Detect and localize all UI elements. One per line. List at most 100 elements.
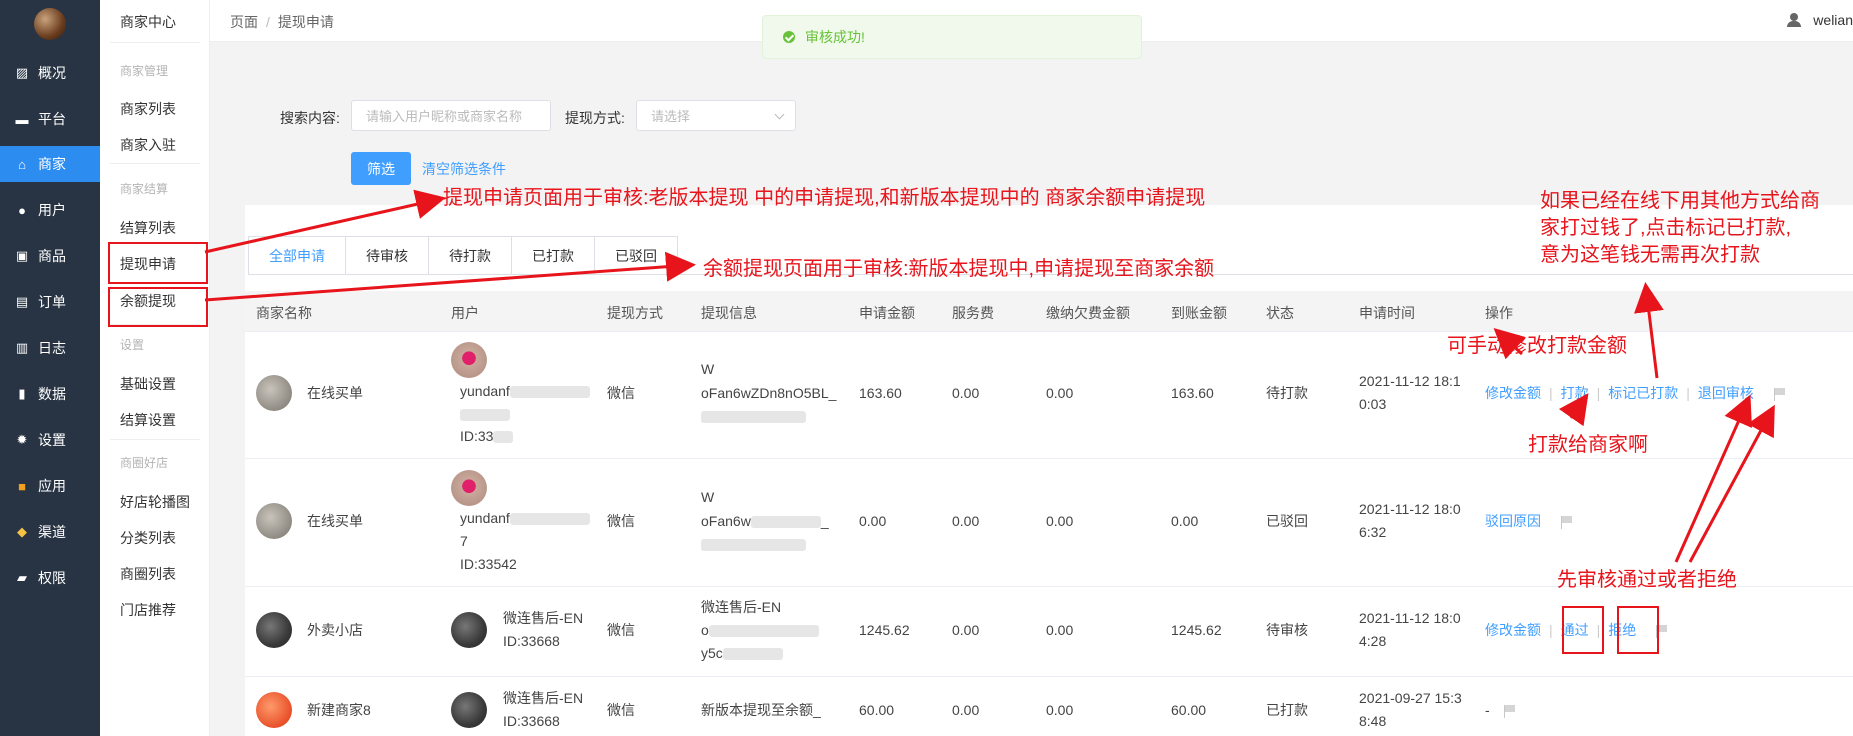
sidebar-item-label: 设置 xyxy=(38,432,66,448)
subnav-basic-settings[interactable]: 基础设置 xyxy=(120,374,176,394)
subnav-group: 商家管理 xyxy=(120,64,169,78)
column-header: 缴纳欠费金额 xyxy=(1046,305,1130,321)
column-header: 操作 xyxy=(1485,305,1513,321)
sidebar-item-log[interactable]: ▥ 日志 xyxy=(0,330,100,366)
withdraw-info-line: 新版本提现至余额_ xyxy=(701,702,821,718)
sidebar-item-settings[interactable]: ✹ 设置 xyxy=(0,422,100,458)
sidebar-item-platform[interactable]: ▬ 平台 xyxy=(0,101,100,137)
toast-text: 审核成功! xyxy=(805,29,865,45)
column-header: 服务费 xyxy=(952,305,994,321)
tab-pending-payment[interactable]: 待打款 xyxy=(429,236,512,275)
mark-paid-link[interactable]: 标记已打款 xyxy=(1608,385,1678,401)
tab-paid[interactable]: 已打款 xyxy=(512,236,595,275)
column-header: 提现信息 xyxy=(701,305,757,321)
breadcrumb-root[interactable]: 页面 xyxy=(230,14,258,30)
return-review-link[interactable]: 退回审核 xyxy=(1698,385,1754,401)
sidebar-item-order[interactable]: ▤ 订单 xyxy=(0,284,100,320)
received-amount: 60.00 xyxy=(1171,702,1207,718)
subnav-category[interactable]: 分类列表 xyxy=(120,528,176,548)
success-toast: 审核成功! xyxy=(762,15,1142,59)
row-divider xyxy=(245,331,1853,332)
subnav-merchant-join[interactable]: 商家入驻 xyxy=(120,135,176,155)
reject-reason-link[interactable]: 驳回原因 xyxy=(1485,513,1541,529)
subnav-title: 商家中心 xyxy=(120,14,176,30)
logo[interactable] xyxy=(34,8,66,40)
withdraw-info-text: _ xyxy=(820,513,829,529)
withdraw-method: 微信 xyxy=(607,513,635,529)
edit-amount-link[interactable]: 修改金额 xyxy=(1485,385,1541,401)
tab-rejected[interactable]: 已驳回 xyxy=(595,236,678,275)
status-text: 已驳回 xyxy=(1266,513,1308,529)
merchant-name: 在线买单 xyxy=(307,513,363,529)
sidebar-item-label: 日志 xyxy=(38,340,66,356)
pay-link[interactable]: 打款 xyxy=(1561,385,1589,401)
user-name: yundanf xyxy=(460,507,590,530)
column-header: 提现方式 xyxy=(607,305,663,321)
user-id: ID:33 xyxy=(460,425,514,448)
no-action: - xyxy=(1485,702,1490,718)
annotation-text: 余额提现页面用于审核:新版本提现中,申请提现至商家余额 xyxy=(703,258,1215,280)
tab-pending-review[interactable]: 待审核 xyxy=(346,236,429,275)
annotation-text: 家打过钱了,点击标记已打款, xyxy=(1540,217,1792,239)
sidebar-item-data[interactable]: ▮ 数据 xyxy=(0,376,100,412)
flag-icon[interactable] xyxy=(1503,705,1515,719)
sidebar-item-merchant[interactable]: ⌂ 商家 xyxy=(0,146,100,182)
search-input[interactable]: 请输入用户昵称或商家名称 xyxy=(351,100,551,131)
withdraw-info-line: o xyxy=(701,619,819,642)
clear-filter-link[interactable]: 清空筛选条件 xyxy=(422,159,506,179)
flag-icon[interactable] xyxy=(1560,516,1572,530)
divider xyxy=(110,163,200,164)
subnav-recommend[interactable]: 门店推荐 xyxy=(120,600,176,620)
sidebar-item-user[interactable]: ● 用户 xyxy=(0,192,100,228)
redacted-block xyxy=(750,516,821,529)
withdraw-info-line: oFan6w _ xyxy=(701,510,829,533)
user-id: ID:33668 xyxy=(503,633,560,649)
subnav-circle[interactable]: 商圈列表 xyxy=(120,564,176,584)
sidebar-item-apps[interactable]: ■ 应用 xyxy=(0,468,100,504)
merchant-avatar xyxy=(256,692,292,728)
subnav-banner[interactable]: 好店轮播图 xyxy=(120,492,190,512)
method-select[interactable]: 请选择 xyxy=(636,100,796,131)
subnav-group: 商家结算 xyxy=(120,182,169,196)
divider xyxy=(110,439,200,440)
sidebar-item-goods[interactable]: ▣ 商品 xyxy=(0,238,100,274)
sidebar-item-channel[interactable]: ◆ 渠道 xyxy=(0,514,100,550)
redacted-block xyxy=(722,648,783,661)
sidebar-item-overview[interactable]: ▨ 概况 xyxy=(0,55,100,91)
subnav-settle-settings[interactable]: 结算设置 xyxy=(120,410,176,430)
apply-amount: 0.00 xyxy=(859,513,887,529)
sidebar-item-label: 概况 xyxy=(38,65,66,81)
apply-time: 2021-09-27 15:3 xyxy=(1359,690,1462,706)
subnav-merchant-list[interactable]: 商家列表 xyxy=(120,99,176,119)
user-icon: ● xyxy=(18,202,26,218)
subnav-settle-list[interactable]: 结算列表 xyxy=(120,218,176,238)
column-header: 用户 xyxy=(451,305,479,321)
withdraw-info-line: oFan6wZDn8nO5BL_ xyxy=(701,385,837,401)
withdraw-info-text: y5c xyxy=(701,645,723,661)
user-menu[interactable]: welian xyxy=(1787,12,1853,28)
sidebar-item-label: 应用 xyxy=(38,478,66,494)
redacted-block xyxy=(701,533,806,556)
store-icon: ⌂ xyxy=(18,156,26,172)
merchant-avatar xyxy=(256,612,292,648)
filter-button[interactable]: 筛选 xyxy=(351,152,411,185)
user-id: ID:33542 xyxy=(460,556,517,572)
merchant-name: 外卖小店 xyxy=(307,622,363,638)
check-circle-icon xyxy=(783,31,795,43)
main-sidebar: ▨ 概况 ▬ 平台 ⌂ 商家 ● 用户 ▣ 商品 ▤ 订单 ▥ 日志 ▮ 数据 ✹ 设置 ■ 应用 … xyxy=(0,0,100,736)
row-actions: 修改金额 | 打款 | 标记已打款 | 退回审核 xyxy=(1485,382,1785,405)
sidebar-item-permission[interactable]: ▰ 权限 xyxy=(0,560,100,596)
tab-all[interactable]: 全部申请 xyxy=(248,236,346,275)
withdraw-info-line: W xyxy=(701,361,715,377)
edit-amount-link[interactable]: 修改金额 xyxy=(1485,622,1541,638)
debt-amount: 0.00 xyxy=(1046,385,1074,401)
method-select-placeholder: 请选择 xyxy=(651,109,691,124)
flag-icon[interactable] xyxy=(1773,388,1785,402)
received-amount: 163.60 xyxy=(1171,385,1214,401)
user-avatar xyxy=(451,612,487,648)
user-name: 微连售后-EN xyxy=(503,610,584,626)
withdraw-info-line: y5c xyxy=(701,642,783,665)
highlight-box-reject xyxy=(1617,606,1659,654)
column-header: 商家名称 xyxy=(256,305,312,321)
received-amount: 0.00 xyxy=(1171,513,1199,529)
